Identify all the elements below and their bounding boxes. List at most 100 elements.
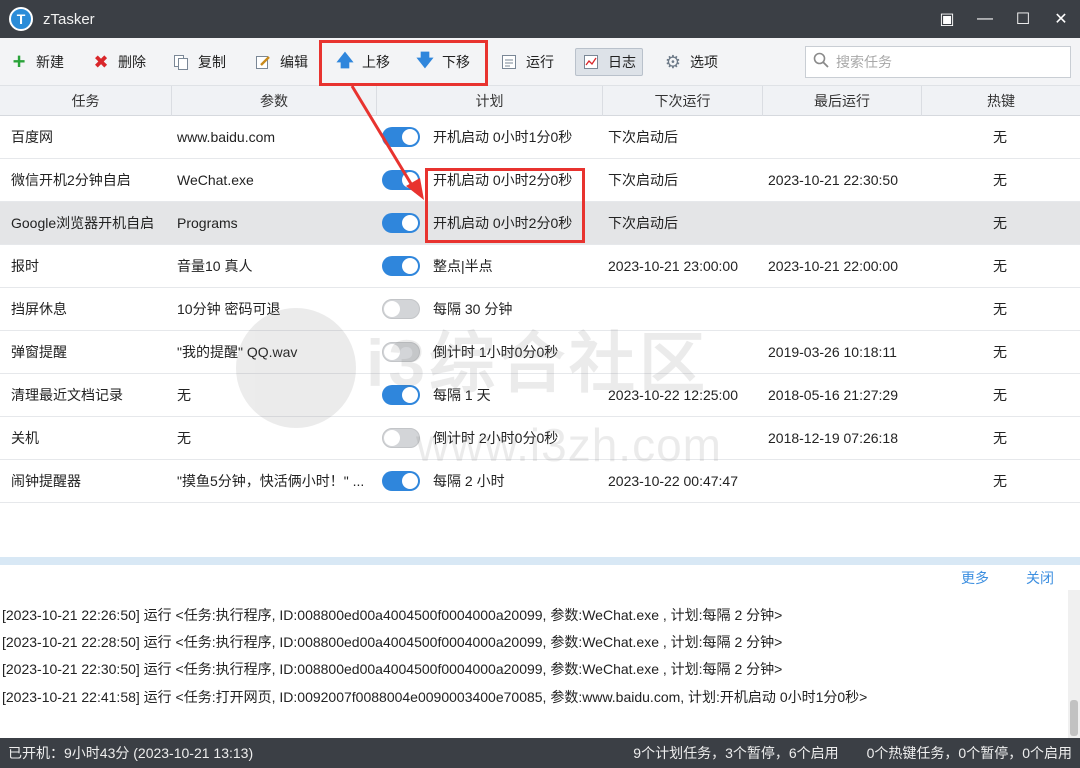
new-task-button[interactable]: + 新建 [10,48,64,76]
move-down-button[interactable]: 🡇 下移 [416,48,470,76]
log-line: [2023-10-21 22:41:58] 运行 <任务:打开网页, ID:00… [2,689,868,705]
task-hotkey: 无 [993,344,1007,360]
close-window-button[interactable]: ✕ [1042,0,1080,38]
copy-icon [172,53,190,71]
task-last-run: 2018-05-16 21:27:29 [768,387,898,403]
enable-toggle[interactable] [382,213,420,233]
task-param: 音量10 真人 [177,258,253,274]
task-plan: 开机启动 0小时2分0秒 [433,172,573,188]
task-last-run: 2023-10-21 22:30:50 [768,172,898,188]
toolbar: + 新建 ✖ 删除 复制 编辑 🡅 上移 🡇 下移 运行 日志 ⚙ 选项 搜索任… [0,38,1080,86]
arrow-up-icon: 🡅 [336,50,354,70]
table-row[interactable]: 微信开机2分钟自启 WeChat.exe 开机启动 0小时2分0秒 下次启动后 … [0,159,1080,202]
new-task-label: 新建 [36,54,64,70]
run-task-button[interactable]: 运行 [500,48,554,76]
task-plan: 每隔 2 小时 [433,473,505,489]
column-header-last-run[interactable]: 最后运行 [763,86,922,116]
table-body: 百度网 www.baidu.com 开机启动 0小时1分0秒 下次启动后 无 微… [0,116,1080,503]
log-line: [2023-10-21 22:30:50] 运行 <任务:执行程序, ID:00… [2,661,783,677]
table-row[interactable]: 百度网 www.baidu.com 开机启动 0小时1分0秒 下次启动后 无 [0,116,1080,159]
plus-icon: + [12,49,26,74]
task-name: 挡屏休息 [11,301,67,317]
move-up-label: 上移 [362,54,390,70]
column-header-task[interactable]: 任务 [0,86,172,116]
task-param: 无 [177,387,191,403]
copy-task-label: 复制 [198,54,226,70]
task-name: Google浏览器开机自启 [11,215,155,231]
options-button[interactable]: ⚙ 选项 [664,48,718,76]
enable-toggle[interactable] [382,385,420,405]
task-hotkey: 无 [993,430,1007,446]
uptime-status: 已开机：9小时43分 (2023-10-21 13:13) [8,745,254,761]
task-hotkey: 无 [993,258,1007,274]
log-close-link[interactable]: 关闭 [1026,568,1054,588]
title-bar: T zTasker ▣ — ☐ ✕ [0,0,1080,38]
table-row[interactable]: 闹钟提醒器 "摸鱼5分钟，快活俩小时！" ... 每隔 2 小时 2023-10… [0,460,1080,503]
log-toggle-button[interactable]: 日志 [575,48,643,76]
log-scroll-thumb[interactable] [1070,700,1078,736]
search-icon [806,52,836,73]
task-last-run [762,288,920,331]
pin-window-button[interactable]: ▣ [928,0,966,38]
table-row-selected[interactable]: Google浏览器开机自启 Programs 开机启动 0小时2分0秒 下次启动… [0,202,1080,245]
task-next-run: 下次启动后 [608,172,678,188]
search-box [805,46,1071,78]
search-input[interactable] [836,54,1056,70]
log-scrollbar[interactable] [1068,590,1080,738]
task-name: 关机 [11,430,39,446]
table-row[interactable]: 报时 音量10 真人 整点|半点 2023-10-21 23:00:00 202… [0,245,1080,288]
enable-toggle[interactable] [382,256,420,276]
task-plan: 每隔 1 天 [433,387,491,403]
task-param: 无 [177,430,191,446]
enable-toggle[interactable] [382,299,420,319]
arrow-down-icon: 🡇 [416,50,434,70]
task-table: 任务 参数 计划 下次运行 最后运行 热键 百度网 www.baidu.com … [0,86,1080,503]
task-name: 清理最近文档记录 [11,387,123,403]
task-hotkey: 无 [993,129,1007,145]
task-last-run: 2018-12-19 07:26:18 [768,430,898,446]
task-next-run [602,288,762,331]
window-controls: ▣ — ☐ ✕ [928,0,1080,38]
task-param: 10分钟 密码可退 [177,301,281,317]
task-last-run [762,116,920,159]
task-name: 弹窗提醒 [11,344,67,360]
log-line: [2023-10-21 22:26:50] 运行 <任务:执行程序, ID:00… [2,607,783,623]
enable-toggle[interactable] [382,428,420,448]
task-param: Programs [177,215,238,231]
task-name: 百度网 [11,129,53,145]
task-plan: 每隔 30 分钟 [433,301,513,317]
copy-task-button[interactable]: 复制 [172,48,226,76]
task-next-run: 2023-10-22 00:47:47 [608,473,738,489]
log-panel-splitter[interactable] [0,557,1080,565]
table-row[interactable]: 关机 无 倒计时 2小时0分0秒 2018-12-19 07:26:18 无 [0,417,1080,460]
task-last-run: 2023-10-21 22:00:00 [768,258,898,274]
table-row[interactable]: 挡屏休息 10分钟 密码可退 每隔 30 分钟 无 [0,288,1080,331]
task-param: "摸鱼5分钟，快活俩小时！" ... [177,473,365,489]
log-more-link[interactable]: 更多 [961,568,989,588]
enable-toggle[interactable] [382,342,420,362]
task-hotkey: 无 [993,301,1007,317]
delete-task-button[interactable]: ✖ 删除 [92,48,146,76]
task-hotkey: 无 [993,172,1007,188]
log-line: [2023-10-21 22:28:50] 运行 <任务:执行程序, ID:00… [2,634,783,650]
table-row[interactable]: 清理最近文档记录 无 每隔 1 天 2023-10-22 12:25:00 20… [0,374,1080,417]
column-header-next-run[interactable]: 下次运行 [603,86,763,116]
table-row[interactable]: 弹窗提醒 "我的提醒" QQ.wav 倒计时 1小时0分0秒 2019-03-2… [0,331,1080,374]
task-next-run [602,331,762,374]
log-panel: [2023-10-21 22:26:50] 运行 <任务:执行程序, ID:00… [0,590,1080,738]
run-icon [500,53,518,71]
move-up-button[interactable]: 🡅 上移 [336,48,390,76]
options-label: 选项 [690,54,718,70]
task-next-run: 2023-10-22 12:25:00 [608,387,738,403]
enable-toggle[interactable] [382,471,420,491]
task-plan: 整点|半点 [433,258,493,274]
log-chart-icon [582,53,600,71]
delete-task-label: 删除 [118,54,146,70]
column-header-hotkey[interactable]: 热键 [922,86,1080,116]
edit-task-button[interactable]: 编辑 [254,48,308,76]
edit-pencil-icon [254,53,272,71]
status-bar: 已开机：9小时43分 (2023-10-21 13:13) 9个计划任务，3个暂… [0,738,1080,768]
minimize-button[interactable]: — [966,0,1004,38]
task-name: 微信开机2分钟自启 [11,172,131,188]
maximize-button[interactable]: ☐ [1004,0,1042,38]
